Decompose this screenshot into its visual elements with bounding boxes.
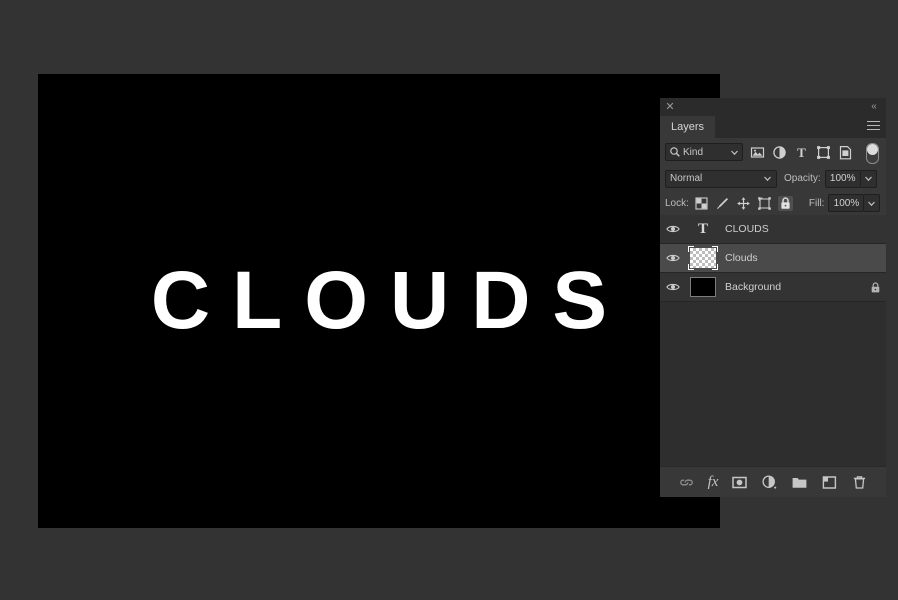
- blend-mode-select[interactable]: Normal: [665, 169, 777, 188]
- fill-stepper-chevron-icon[interactable]: [864, 194, 881, 212]
- blend-mode-value: Normal: [670, 173, 703, 184]
- black-thumbnail-icon: [690, 277, 716, 297]
- layer-thumbnail[interactable]: T: [686, 215, 720, 243]
- layer-filter-row: Kind T: [660, 138, 886, 166]
- canvas-artwork-text: CLOUDS: [150, 255, 630, 346]
- chevron-down-icon: [763, 174, 772, 183]
- panel-tab-strip: Layers: [660, 116, 886, 138]
- layer-row[interactable]: Clouds: [660, 244, 886, 273]
- filter-smart-object-icon[interactable]: [838, 145, 853, 160]
- fill-input[interactable]: 100%: [828, 194, 865, 212]
- collapse-double-chevron-icon[interactable]: «: [867, 100, 881, 113]
- layer-name-label: Background: [725, 281, 782, 293]
- layer-visibility-eye-icon[interactable]: [660, 215, 686, 243]
- lock-icon-group: [694, 195, 793, 211]
- layer-list[interactable]: T CLOUDS Clouds Background: [660, 215, 886, 467]
- layer-locked-padlock-icon: [864, 215, 886, 243]
- fill-label: Fill:: [808, 197, 825, 209]
- new-layer-icon[interactable]: [821, 474, 838, 491]
- app-root: CLOUDS ✕ « Layers Kind T Normal Opacity:…: [0, 0, 898, 600]
- blend-opacity-row: Normal Opacity: 100%: [660, 166, 886, 191]
- type-layer-t-icon: T: [697, 220, 708, 237]
- add-layer-mask-icon[interactable]: [731, 474, 748, 491]
- lock-transparency-icon[interactable]: [694, 196, 709, 211]
- filter-adjustment-icon[interactable]: [772, 145, 787, 160]
- layer-visibility-eye-icon[interactable]: [660, 244, 686, 272]
- lock-label: Lock:: [665, 197, 689, 209]
- new-group-folder-icon[interactable]: [791, 474, 808, 491]
- layer-row[interactable]: Background: [660, 273, 886, 302]
- layer-visibility-eye-icon[interactable]: [660, 273, 686, 301]
- filter-kind-select[interactable]: Kind: [665, 143, 743, 161]
- lock-image-brush-icon[interactable]: [715, 196, 730, 211]
- document-canvas[interactable]: CLOUDS: [38, 74, 720, 528]
- new-adjustment-layer-icon[interactable]: [761, 474, 778, 491]
- filter-enable-toggle[interactable]: [866, 143, 879, 164]
- tab-layers[interactable]: Layers: [660, 116, 716, 138]
- link-layers-icon[interactable]: [678, 474, 695, 491]
- opacity-label: Opacity:: [784, 173, 821, 184]
- panel-titlebar: ✕ «: [660, 98, 886, 116]
- opacity-input[interactable]: 100%: [824, 169, 861, 188]
- search-icon: [669, 146, 681, 158]
- layer-name-label: CLOUDS: [725, 223, 769, 235]
- layers-bottom-toolbar: fx: [660, 466, 886, 497]
- filter-shape-icon[interactable]: [816, 145, 831, 160]
- layer-name-label: Clouds: [725, 252, 758, 264]
- filter-type-icons: T: [750, 145, 853, 160]
- layer-thumbnail[interactable]: [686, 273, 720, 301]
- panel-menu-icon[interactable]: [867, 121, 880, 132]
- layer-locked-padlock-icon: [864, 273, 886, 301]
- layer-row[interactable]: T CLOUDS: [660, 215, 886, 244]
- lock-fill-row: Lock: Fill: 100%: [660, 191, 886, 215]
- tab-layers-label: Layers: [671, 121, 705, 133]
- chevron-down-icon: [730, 148, 739, 157]
- filter-type-icon[interactable]: T: [794, 145, 809, 160]
- lock-all-padlock-icon[interactable]: [777, 195, 793, 211]
- layer-style-fx-icon[interactable]: fx: [708, 474, 719, 491]
- delete-layer-trash-icon[interactable]: [851, 474, 868, 491]
- transparent-thumbnail-icon: [688, 246, 718, 270]
- filter-kind-label: Kind: [683, 146, 704, 158]
- layer-thumbnail[interactable]: [686, 244, 720, 272]
- lock-position-move-icon[interactable]: [736, 196, 751, 211]
- filter-pixel-icon[interactable]: [750, 145, 765, 160]
- lock-artboard-nesting-icon[interactable]: [757, 196, 772, 211]
- layer-locked-padlock-icon: [864, 244, 886, 272]
- layers-panel: ✕ « Layers Kind T Normal Opacity: 100% L…: [660, 98, 886, 497]
- close-icon[interactable]: ✕: [664, 101, 676, 113]
- svg-text:T: T: [797, 145, 806, 160]
- opacity-stepper-chevron-icon[interactable]: [860, 169, 877, 188]
